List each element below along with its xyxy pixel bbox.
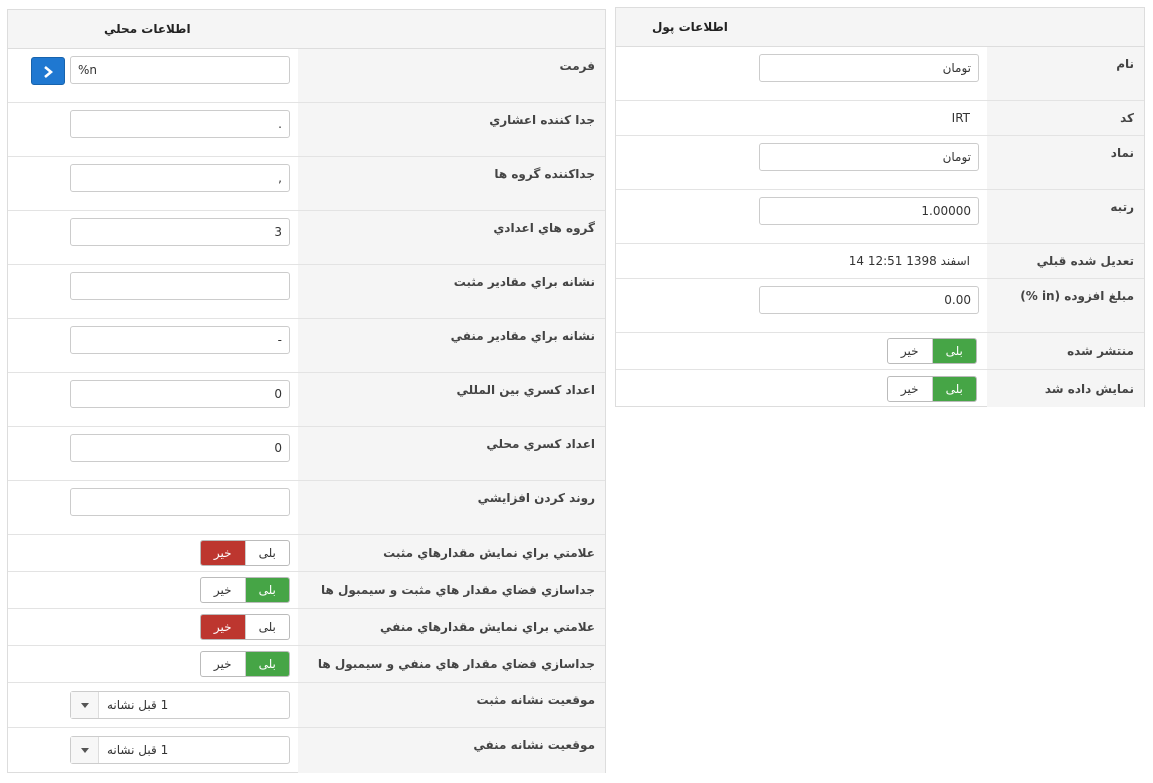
- last-modified-row: 14 اسفند 1398 12:51 تعديل شده قبلي: [616, 244, 1144, 279]
- displayed-label: نمايش داده شد: [1044, 381, 1134, 396]
- currency-info-panel: اطلاعات پول تومان نام IRT كد تومان نماد …: [615, 7, 1145, 407]
- local-fraction-digits-label: اعداد كسري محلي: [486, 437, 595, 451]
- rounding-increment-row: روند كردن افزايشي: [8, 481, 605, 535]
- surcharge-row: 0.00 مبلغ افزوده (in %): [616, 279, 1144, 333]
- negative-sign-display-toggle: خیر بلی: [200, 614, 290, 640]
- positive-space-sep-row: خیر بلی جداسازي فضاي مقدار هاي مثبت و سي…: [8, 572, 605, 609]
- toggle-yes-option[interactable]: بلی: [932, 339, 976, 363]
- surcharge-input[interactable]: 0.00: [759, 286, 979, 314]
- rounding-increment-input[interactable]: [70, 488, 290, 516]
- group-separator-row: , جداكننده گروه ها: [8, 157, 605, 211]
- positive-sign-position-label: موقعيت نشانه مثبت: [476, 693, 595, 707]
- currency-name-row: تومان نام: [616, 47, 1144, 101]
- format-label: فرمت: [559, 59, 595, 73]
- negative-space-sep-toggle: خیر بلی: [200, 651, 290, 677]
- local-info-title: اطلاعات محلي: [104, 22, 191, 36]
- digit-groups-input[interactable]: 3: [70, 218, 290, 246]
- format-row: %n فرمت: [8, 49, 605, 103]
- decimal-separator-row: . جدا كننده اعشاري: [8, 103, 605, 157]
- negative-sign-display-label: علامتي براي نمايش مقدارهاي منفي: [379, 620, 595, 634]
- positive-sign-position-value: 1 قبل نشانه: [107, 698, 169, 712]
- negative-sign-position-label: موقعيت نشانه منفي: [473, 738, 595, 752]
- negative-sign-row: - نشانه براي مقادير منفي: [8, 319, 605, 373]
- negative-sign-position-row: 1 قبل نشانه موقعيت نشانه منفي: [8, 728, 605, 773]
- positive-sign-label: نشانه براي مقادير مثبت: [453, 275, 595, 289]
- toggle-yes-option[interactable]: بلی: [245, 578, 289, 602]
- negative-sign-label: نشانه براي مقادير منفي: [450, 329, 595, 343]
- local-info-panel: اطلاعات محلي %n فرمت . جدا كننده اعشاري …: [7, 9, 606, 773]
- last-modified-label: تعديل شده قبلي: [1036, 254, 1134, 268]
- select-toggle[interactable]: [71, 692, 99, 718]
- currency-rate-input[interactable]: 1.00000: [759, 197, 979, 225]
- format-input[interactable]: %n: [70, 56, 290, 84]
- currency-symbol-row: تومان نماد: [616, 136, 1144, 190]
- select-toggle[interactable]: [71, 737, 99, 763]
- positive-sign-position-row: 1 قبل نشانه موقعيت نشانه مثبت: [8, 683, 605, 728]
- currency-code-row: IRT كد: [616, 101, 1144, 136]
- toggle-yes-option[interactable]: بلی: [246, 615, 290, 639]
- caret-down-icon: [81, 748, 89, 753]
- local-fraction-digits-input[interactable]: 0: [70, 434, 290, 462]
- positive-sign-display-toggle: خیر بلی: [200, 540, 290, 566]
- currency-code-label: كد: [1120, 111, 1134, 125]
- toggle-yes-option[interactable]: بلی: [245, 652, 289, 676]
- positive-sign-display-row: خیر بلی علامتي براي نمايش مقدارهاي مثبت: [8, 535, 605, 572]
- toggle-no-option[interactable]: خیر: [201, 652, 246, 676]
- intl-fraction-digits-label: اعداد كسري بين المللي: [456, 383, 595, 397]
- currency-symbol-input[interactable]: تومان: [759, 143, 979, 171]
- negative-sign-position-select[interactable]: 1 قبل نشانه: [70, 736, 290, 764]
- decimal-separator-label: جدا كننده اعشاري: [489, 113, 595, 127]
- currency-code-value: IRT: [951, 111, 970, 125]
- rounding-increment-label: روند كردن افزايشي: [477, 491, 595, 505]
- toggle-yes-option[interactable]: بلی: [246, 541, 290, 565]
- last-modified-value: 14 اسفند 1398 12:51: [848, 254, 970, 268]
- chevron-right-icon: [44, 66, 53, 78]
- published-label: منتشر شده: [1067, 344, 1134, 358]
- negative-sign-input[interactable]: -: [70, 326, 290, 354]
- negative-sign-position-value: 1 قبل نشانه: [107, 743, 169, 757]
- positive-sign-display-label: علامتي براي نمايش مقدارهاي مثبت: [383, 546, 595, 560]
- currency-name-label: نام: [1116, 57, 1134, 71]
- displayed-toggle: خیر بلی: [887, 375, 977, 402]
- currency-symbol-label: نماد: [1110, 146, 1134, 160]
- toggle-no-option[interactable]: خیر: [201, 578, 246, 602]
- currency-rate-label: رتبه: [1110, 200, 1134, 214]
- decimal-separator-input[interactable]: .: [70, 110, 290, 138]
- group-separator-label: جداكننده گروه ها: [494, 167, 595, 181]
- caret-down-icon: [81, 703, 89, 708]
- intl-fraction-digits-input[interactable]: 0: [70, 380, 290, 408]
- positive-space-sep-toggle: خیر بلی: [200, 577, 290, 603]
- negative-space-sep-row: خیر بلی جداسازي فضاي مقدار هاي منفي و سي…: [8, 646, 605, 683]
- local-info-header: اطلاعات محلي: [8, 10, 605, 49]
- format-apply-button[interactable]: [31, 57, 65, 85]
- negative-sign-display-row: خیر بلی علامتي براي نمايش مقدارهاي منفي: [8, 609, 605, 646]
- positive-space-sep-label: جداسازي فضاي مقدار هاي مثبت و سيمبول ها: [321, 583, 595, 597]
- intl-fraction-digits-row: 0 اعداد كسري بين المللي: [8, 373, 605, 427]
- currency-info-header: اطلاعات پول: [616, 8, 1144, 47]
- displayed-row: خیر بلی نمايش داده شد: [616, 370, 1144, 407]
- local-fraction-digits-row: 0 اعداد كسري محلي: [8, 427, 605, 481]
- positive-sign-input[interactable]: [70, 272, 290, 300]
- toggle-no-option[interactable]: خیر: [888, 376, 933, 401]
- published-toggle: خیر بلی: [887, 338, 977, 364]
- published-row: خیر بلی منتشر شده: [616, 333, 1144, 370]
- negative-space-sep-label: جداسازي فضاي مقدار هاي منفي و سيمبول ها: [317, 657, 595, 671]
- digit-groups-label: گروه هاي اعدادي: [493, 221, 595, 235]
- toggle-no-option[interactable]: خیر: [888, 339, 933, 363]
- toggle-no-option[interactable]: خیر: [201, 541, 246, 565]
- currency-info-title: اطلاعات پول: [652, 20, 728, 34]
- currency-rate-row: 1.00000 رتبه: [616, 190, 1144, 244]
- currency-name-input[interactable]: تومان: [759, 54, 979, 82]
- positive-sign-position-select[interactable]: 1 قبل نشانه: [70, 691, 290, 719]
- surcharge-label: مبلغ افزوده (in %): [1020, 289, 1134, 303]
- toggle-yes-option[interactable]: بلی: [932, 376, 976, 401]
- digit-groups-row: 3 گروه هاي اعدادي: [8, 211, 605, 265]
- group-separator-input[interactable]: ,: [70, 164, 290, 192]
- positive-sign-row: نشانه براي مقادير مثبت: [8, 265, 605, 319]
- toggle-no-option[interactable]: خیر: [201, 615, 246, 639]
